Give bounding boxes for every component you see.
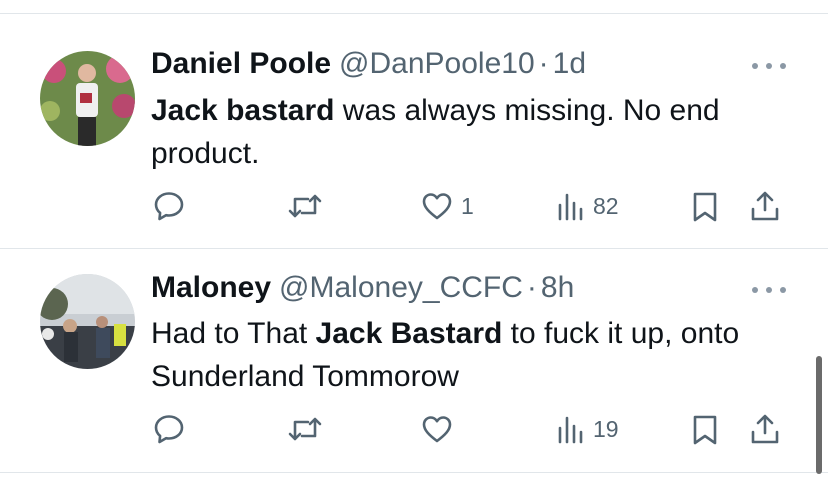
tweet-maloney[interactable]: Maloney @Maloney_CCFC · 8h Had to That Jack…: [0, 249, 828, 471]
bookmark-button[interactable]: [692, 191, 718, 223]
share-button[interactable]: [750, 190, 780, 222]
views-count: 82: [593, 192, 619, 219]
separator-dot: ·: [538, 47, 549, 80]
retweet-icon: [288, 417, 322, 441]
views-count: 19: [593, 415, 619, 442]
retweet-button[interactable]: [287, 192, 323, 220]
views-icon: [558, 416, 583, 444]
reply-button[interactable]: [153, 191, 185, 221]
like-button[interactable]: [421, 414, 461, 444]
tweet-header: Daniel Poole @DanPoole10 · 1d: [151, 47, 586, 81]
avatar[interactable]: [40, 274, 135, 369]
like-count: 1: [461, 192, 474, 219]
display-name[interactable]: Daniel Poole: [151, 47, 331, 80]
tweet-actions: 1 82: [0, 186, 828, 226]
tweet-text-bold: Jack bastard: [151, 94, 335, 127]
tweet-text-start: Had to That: [151, 317, 316, 350]
tweet-text: Had to That Jack Bastard to fuck it up, …: [151, 312, 791, 398]
more-icon[interactable]: [752, 58, 786, 74]
bottom-divider: [0, 472, 828, 473]
views-button[interactable]: 19: [557, 414, 619, 444]
bookmark-icon: [693, 192, 717, 222]
timestamp[interactable]: 1d: [553, 47, 586, 80]
reply-icon: [154, 415, 184, 444]
heart-icon: [422, 416, 452, 443]
reply-icon: [154, 192, 184, 221]
display-name[interactable]: Maloney: [151, 271, 271, 304]
tweet-header: Maloney @Maloney_CCFC · 8h: [151, 271, 574, 305]
scrollbar[interactable]: [816, 356, 822, 474]
views-icon: [558, 193, 583, 221]
tweet-text-bold: Jack Bastard: [315, 317, 503, 350]
tweet-text: Jack bastard was always missing. No end …: [151, 89, 791, 175]
views-button[interactable]: 82: [557, 191, 619, 221]
user-handle[interactable]: @DanPoole10: [339, 47, 535, 80]
reply-button[interactable]: [153, 414, 185, 444]
heart-icon: [422, 193, 452, 220]
share-button[interactable]: [750, 413, 780, 445]
timestamp[interactable]: 8h: [541, 271, 574, 304]
like-button[interactable]: 1: [421, 191, 474, 221]
share-icon: [751, 191, 779, 221]
tweet-actions: 19: [0, 409, 828, 449]
bookmark-icon: [693, 415, 717, 445]
avatar[interactable]: [40, 51, 135, 146]
more-icon[interactable]: [752, 282, 786, 298]
separator-dot: ·: [526, 271, 537, 304]
retweet-icon: [288, 194, 322, 218]
tweet-daniel-poole[interactable]: Daniel Poole @DanPoole10 · 1d Jack bastard …: [0, 0, 828, 248]
share-icon: [751, 414, 779, 444]
retweet-button[interactable]: [287, 415, 323, 443]
user-handle[interactable]: @Maloney_CCFC: [279, 271, 523, 304]
bookmark-button[interactable]: [692, 414, 718, 446]
